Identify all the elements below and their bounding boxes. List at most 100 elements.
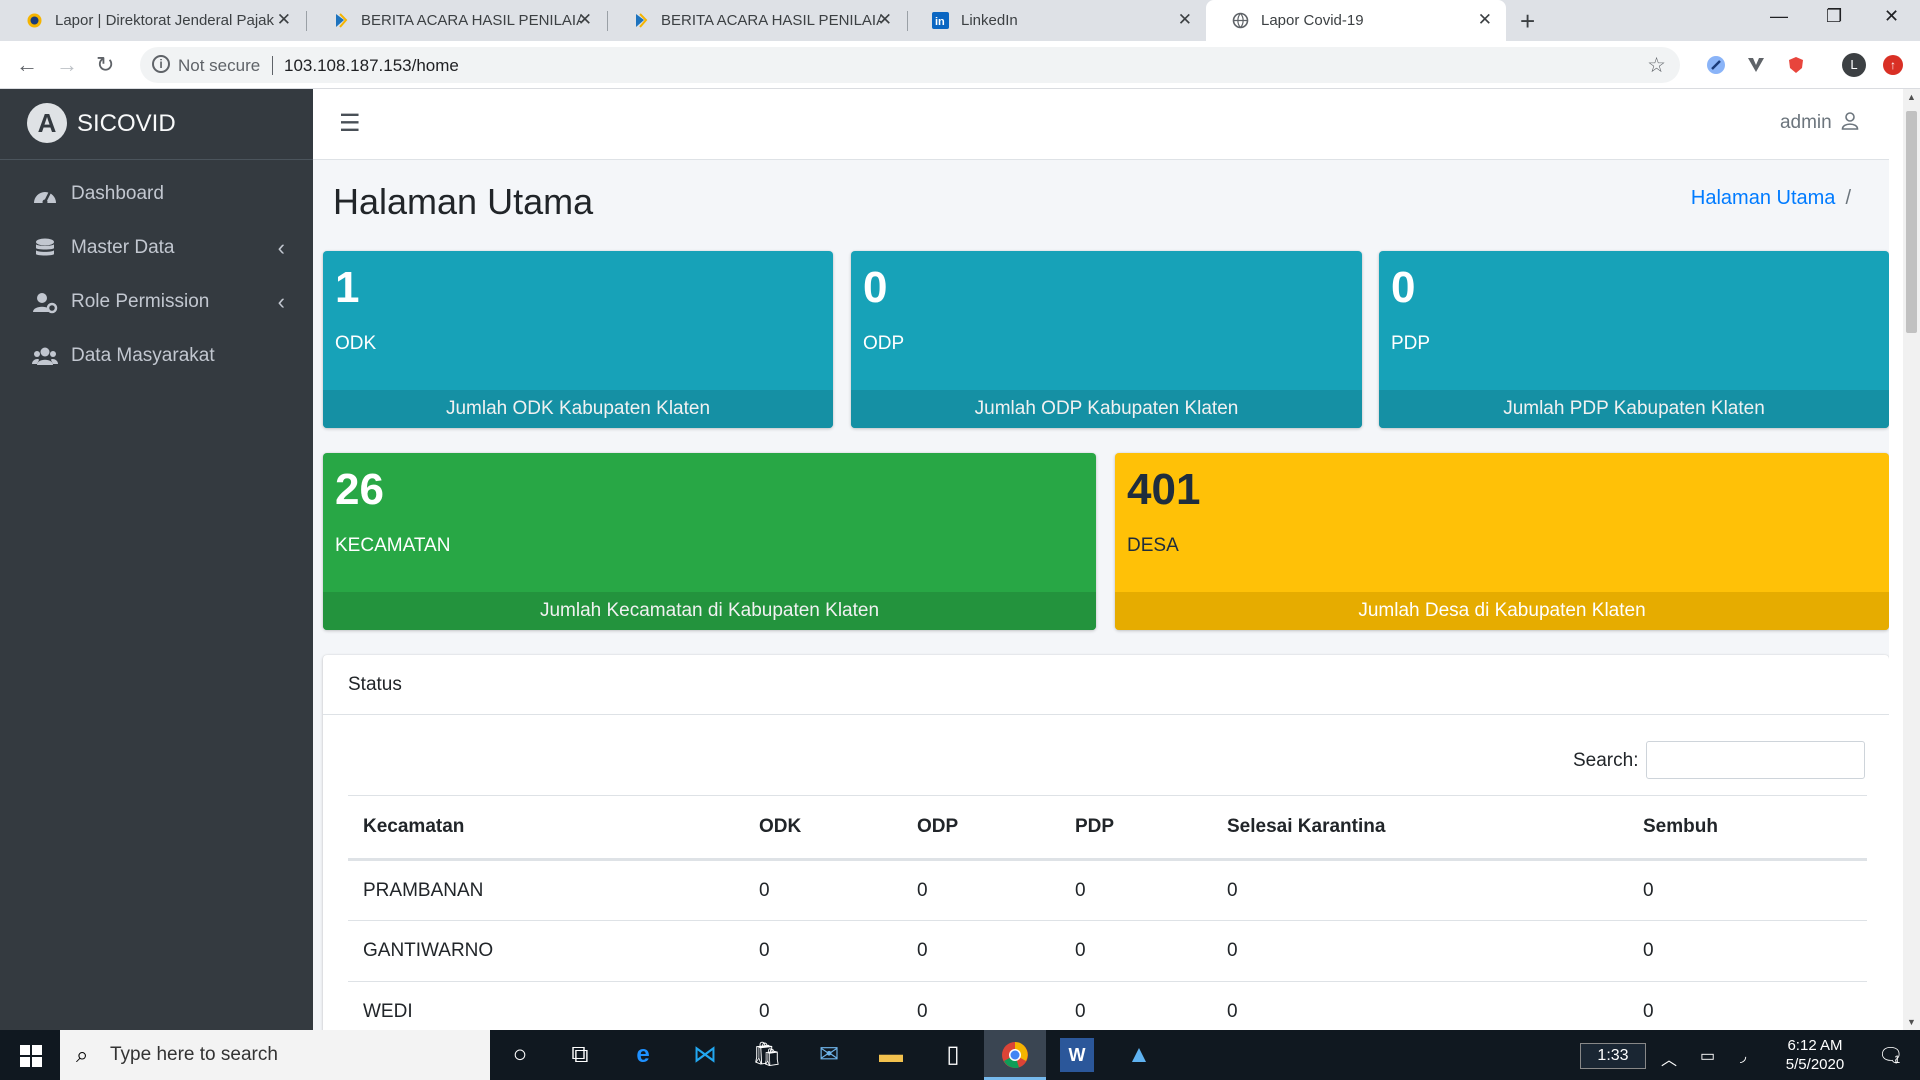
taskbar-clock[interactable]: 6:12 AM 5/5/2020 (1780, 1036, 1850, 1074)
column-header-odp[interactable]: ODP (902, 795, 1060, 861)
scrollbar-thumb[interactable] (1906, 111, 1917, 333)
page-scrollbar[interactable]: ▲ ▼ (1903, 89, 1920, 1030)
close-window-icon[interactable]: ✕ (1884, 6, 1899, 27)
tray-app-indicator[interactable]: 1:33 (1580, 1043, 1646, 1069)
status-card: Status Search: Kecamatan ODK ODP PDP Sel… (323, 655, 1889, 1030)
security-status[interactable]: Not secure (178, 56, 260, 76)
stat-value: 0 (1391, 263, 1416, 312)
table-search-input[interactable] (1646, 741, 1865, 779)
search-icon: ⌕ (76, 1042, 89, 1067)
word-icon[interactable]: W (1060, 1038, 1094, 1072)
breadcrumb-home-link[interactable]: Halaman Utama (1691, 187, 1836, 209)
brand-logo-icon: A (27, 103, 67, 143)
info-icon[interactable]: i (152, 55, 170, 73)
reload-icon[interactable]: ↻ (96, 52, 114, 78)
taskbar-search-box[interactable]: ⌕ Type here to search (60, 1030, 490, 1080)
stat-box-odk: 1 ODK Jumlah ODK Kabupaten Klaten (323, 251, 833, 428)
windows-taskbar: ⌕ Type here to search ○ ⧉ e ⋈ 🛍 ✉ ▬ ▯ W … (0, 1030, 1920, 1080)
stat-box-pdp: 0 PDP Jumlah PDP Kabupaten Klaten (1379, 251, 1889, 428)
page-title: Halaman Utama (333, 181, 594, 222)
browser-tab-4[interactable]: in LinkedIn ✕ (906, 0, 1206, 41)
table-row: GANTIWARNO 0 0 0 0 0 (348, 920, 1867, 982)
back-icon[interactable]: ← (16, 52, 38, 78)
stat-value: 0 (863, 263, 888, 312)
browser-tab-1[interactable]: Lapor | Direktorat Jenderal Pajak ✕ (0, 0, 305, 41)
profile-avatar[interactable]: L (1842, 53, 1866, 77)
notepad-icon[interactable]: ▯ (936, 1038, 970, 1072)
chrome-icon[interactable] (998, 1038, 1032, 1072)
minimize-icon[interactable]: — (1770, 6, 1788, 27)
stat-label: DESA (1127, 535, 1179, 556)
store-icon[interactable]: 🛍 (750, 1038, 784, 1072)
column-header-sembuh[interactable]: Sembuh (1628, 795, 1867, 861)
sidebar-item-data-masyarakat[interactable]: Data Masyarakat (0, 332, 313, 382)
sidebar-item-dashboard[interactable]: Dashboard (0, 170, 313, 220)
browser-tab-active[interactable]: Lapor Covid-19 ✕ (1206, 0, 1506, 41)
card-title: Status (348, 674, 402, 695)
battery-icon[interactable]: ▭ (1700, 1046, 1715, 1066)
stat-footer-link[interactable]: Jumlah ODK Kabupaten Klaten (323, 390, 833, 428)
close-tab-icon[interactable]: ✕ (578, 10, 592, 30)
stat-footer-link[interactable]: Jumlah PDP Kabupaten Klaten (1379, 390, 1889, 428)
chevron-left-icon: ‹ (277, 235, 285, 260)
table-row: WEDI 0 0 0 0 0 (348, 981, 1867, 1030)
extension-icon[interactable] (1705, 54, 1727, 76)
scroll-down-icon[interactable]: ▼ (1907, 1017, 1916, 1027)
edge-icon[interactable]: e (626, 1038, 660, 1072)
column-header-odk[interactable]: ODK (744, 795, 902, 861)
url-text[interactable]: 103.108.187.153/home (284, 56, 459, 76)
status-table: Kecamatan ODK ODP PDP Selesai Karantina … (348, 795, 1867, 1030)
shield-extension-icon[interactable] (1785, 54, 1807, 76)
dashboard-icon (34, 191, 56, 205)
database-icon (36, 238, 54, 256)
bookmark-star-icon[interactable]: ☆ (1647, 53, 1666, 78)
brand-link[interactable]: A SICOVID (0, 89, 313, 160)
sidebar: A SICOVID Dashboard Master Data ‹ Role P… (0, 89, 313, 1030)
show-hidden-icons-icon[interactable]: ︿ (1661, 1046, 1677, 1070)
close-tab-icon[interactable]: ✕ (277, 10, 291, 30)
column-header-kecamatan[interactable]: Kecamatan (348, 795, 744, 861)
menu-toggle-icon[interactable]: ☰ (339, 109, 361, 138)
address-bar[interactable]: i Not secure 103.108.187.153/home ☆ (140, 47, 1680, 83)
windows-start-icon[interactable] (20, 1045, 42, 1067)
users-icon (32, 347, 58, 365)
forward-icon[interactable]: → (56, 52, 78, 78)
user-menu[interactable]: admin (1780, 112, 1859, 134)
browser-tab-3[interactable]: BERITA ACARA HASIL PENILAIA P ✕ (606, 0, 906, 41)
table-header-row: Kecamatan ODK ODP PDP Selesai Karantina … (348, 795, 1867, 861)
cortana-icon[interactable]: ○ (503, 1038, 537, 1072)
brand-text: SICOVID (77, 110, 176, 137)
globe-favicon-icon (1232, 12, 1249, 29)
stat-footer-link[interactable]: Jumlah ODP Kabupaten Klaten (851, 390, 1362, 428)
wifi-icon[interactable]: ◞ (1740, 1046, 1746, 1066)
vpn-extension-icon[interactable] (1745, 54, 1767, 76)
stat-footer-link[interactable]: Jumlah Kecamatan di Kabupaten Klaten (323, 592, 1096, 630)
task-view-icon[interactable]: ⧉ (563, 1038, 597, 1072)
browser-tab-bar: Lapor | Direktorat Jenderal Pajak ✕ BERI… (0, 0, 1920, 41)
file-explorer-icon[interactable]: ▬ (874, 1038, 908, 1072)
linkedin-favicon-icon: in (932, 12, 949, 29)
scroll-up-icon[interactable]: ▲ (1907, 92, 1916, 102)
vscode-icon[interactable]: ⋈ (688, 1038, 722, 1072)
svg-text:in: in (935, 16, 945, 28)
sidebar-item-role-permission[interactable]: Role Permission ‹ (0, 278, 313, 328)
update-icon[interactable]: ↑ (1883, 55, 1903, 75)
mail-icon[interactable]: ✉ (812, 1038, 846, 1072)
taskbar-search-placeholder: Type here to search (110, 1044, 278, 1065)
photos-icon[interactable]: ▲ (1122, 1038, 1156, 1072)
new-tab-icon[interactable]: + (1520, 6, 1535, 37)
column-header-selesai-karantina[interactable]: Selesai Karantina (1212, 795, 1628, 861)
column-header-pdp[interactable]: PDP (1060, 795, 1212, 861)
close-tab-icon[interactable]: ✕ (1478, 10, 1492, 30)
stat-value: 401 (1127, 465, 1201, 514)
close-tab-icon[interactable]: ✕ (878, 10, 892, 30)
djp-favicon-icon (27, 13, 42, 28)
close-tab-icon[interactable]: ✕ (1178, 10, 1192, 30)
sidebar-item-master-data[interactable]: Master Data ‹ (0, 224, 313, 274)
browser-tab-2[interactable]: BERITA ACARA HASIL PENILAIA P ✕ (306, 0, 606, 41)
restore-icon[interactable]: ❐ (1826, 6, 1842, 27)
stat-label: PDP (1391, 333, 1431, 354)
stat-footer-link[interactable]: Jumlah Desa di Kabupaten Klaten (1115, 592, 1889, 630)
content-wrapper: Halaman Utama Halaman Utama/ 1 ODK Jumla… (313, 160, 1889, 1030)
main-header: ☰ admin (313, 89, 1889, 160)
